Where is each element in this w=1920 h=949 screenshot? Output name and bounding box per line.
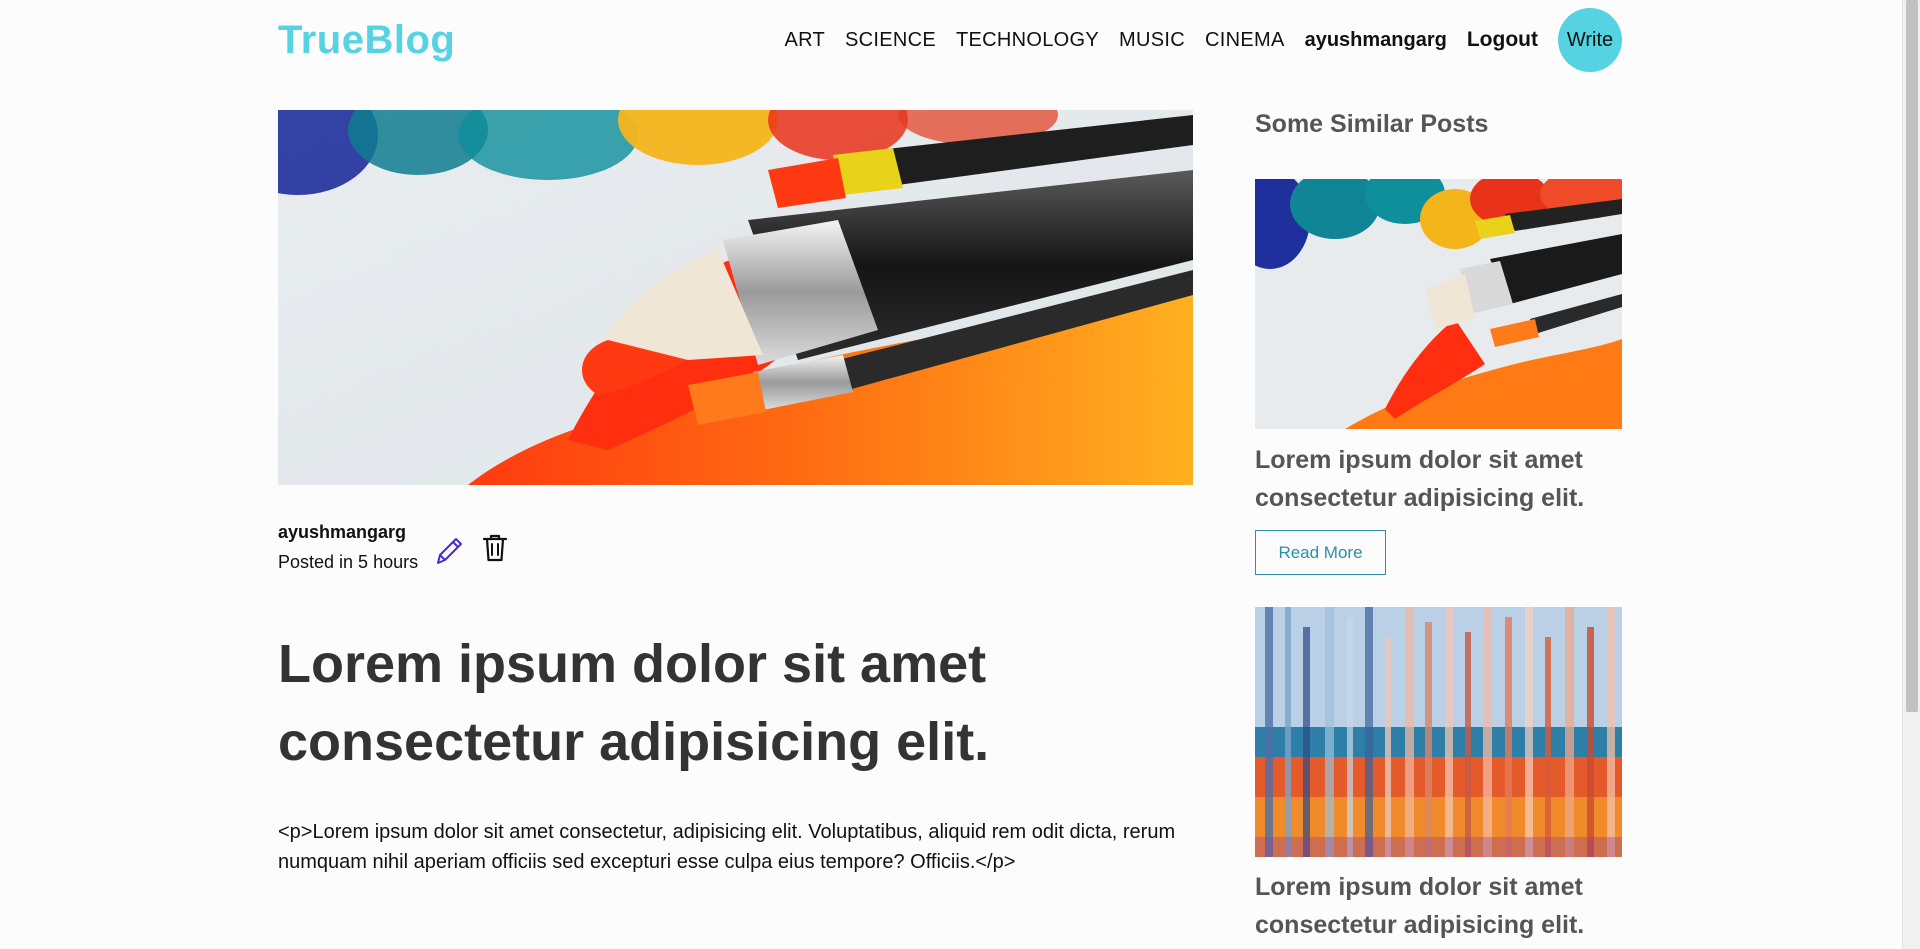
paint-brushes-thumbnail [1255,179,1622,429]
logout-button[interactable]: Logout [1467,28,1538,52]
similar-posts-heading: Some Similar Posts [1255,110,1489,138]
post-hero-image [278,110,1193,485]
scrollbar-thumb[interactable] [1906,0,1918,712]
read-more-button[interactable]: Read More [1255,530,1386,575]
similar-post-title[interactable]: Lorem ipsum dolor sit amet consectetur a… [1255,441,1625,517]
trash-icon [482,534,508,561]
nav-link-music[interactable]: MUSIC [1119,29,1185,52]
logo[interactable]: TrueBlog [278,18,455,63]
nav-username[interactable]: ayushmangarg [1305,29,1447,52]
post-meta: ayushmangarg Posted in 5 hours [278,522,512,573]
post-title: Lorem ipsum dolor sit amet consectetur a… [278,634,990,772]
similar-post-image[interactable] [1255,607,1622,857]
similar-post-title[interactable]: Lorem ipsum dolor sit amet consectetur a… [1255,868,1625,944]
page-scrollbar[interactable] [1902,0,1920,949]
nav-link-technology[interactable]: TECHNOLOGY [956,29,1099,52]
navbar: TrueBlog ART SCIENCE TECHNOLOGY MUSIC CI… [278,0,1622,80]
post-meta-text: ayushmangarg Posted in 5 hours [278,522,418,573]
nav-menu: ART SCIENCE TECHNOLOGY MUSIC CINEMA ayus… [764,8,1622,72]
nav-link-cinema[interactable]: CINEMA [1205,29,1285,52]
post-time: Posted in 5 hours [278,552,419,572]
pencil-icon [437,537,463,564]
paint-brushes-image [278,110,1193,485]
page: TrueBlog ART SCIENCE TECHNOLOGY MUSIC CI… [0,0,1920,949]
nav-link-science[interactable]: SCIENCE [845,29,936,52]
edit-post-button[interactable] [432,534,466,568]
delete-post-button[interactable] [478,531,512,565]
nav-link-art[interactable]: ART [784,29,825,52]
abstract-stripes-thumbnail [1255,607,1622,857]
post-author[interactable]: ayushmangarg [278,522,418,543]
post-body: <p>Lorem ipsum dolor sit amet consectetu… [278,821,1176,873]
write-button[interactable]: Write [1558,8,1622,72]
similar-post-image[interactable] [1255,179,1622,429]
